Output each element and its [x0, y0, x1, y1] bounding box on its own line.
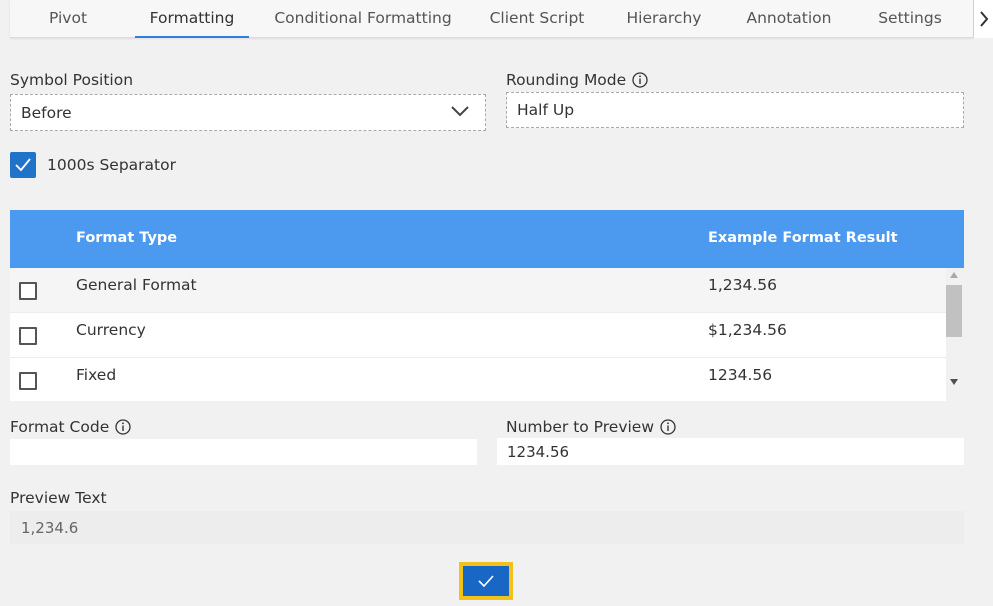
format-code-input[interactable] [10, 439, 477, 465]
tab-client-script[interactable]: Client Script [480, 0, 594, 38]
row-checkbox[interactable] [19, 282, 37, 300]
checkmark-icon [478, 575, 494, 587]
rounding-mode-label: Rounding Mode [506, 71, 648, 89]
table-row[interactable]: Currency $1,234.56 [10, 313, 946, 358]
checkmark-icon [15, 158, 31, 172]
chevron-right-icon [979, 11, 988, 27]
table-row[interactable]: General Format 1,234.56 [10, 268, 946, 313]
tab-pivot[interactable]: Pivot [34, 0, 102, 38]
format-type-cell: General Format [76, 276, 197, 294]
example-cell: $1,234.56 [708, 321, 787, 339]
info-icon[interactable] [115, 419, 131, 435]
preview-text-value: 1,234.6 [10, 511, 964, 544]
symbol-position-label: Symbol Position [10, 71, 134, 89]
info-icon[interactable] [660, 419, 676, 435]
row-checkbox[interactable] [19, 327, 37, 345]
separator-label: 1000s Separator [47, 156, 176, 174]
format-code-label: Format Code [10, 418, 131, 436]
format-type-cell: Currency [76, 321, 146, 339]
tab-bar: Pivot Formatting Conditional Formatting … [10, 0, 973, 38]
tab-hierarchy[interactable]: Hierarchy [616, 0, 712, 38]
row-checkbox[interactable] [19, 372, 37, 390]
tab-annotation[interactable]: Annotation [738, 0, 840, 38]
scrollbar-thumb[interactable] [946, 285, 962, 337]
rounding-mode-dropdown[interactable]: Half Up [506, 92, 964, 128]
example-cell: 1,234.56 [708, 276, 778, 294]
scroll-down-icon[interactable] [950, 379, 958, 385]
number-to-preview-input[interactable] [497, 438, 964, 465]
column-header-format-type[interactable]: Format Type [76, 230, 177, 246]
tab-settings[interactable]: Settings [874, 0, 946, 38]
table-row[interactable]: Fixed 1234.56 [10, 358, 946, 401]
symbol-position-dropdown[interactable]: Before [10, 94, 486, 131]
example-cell: 1234.56 [708, 366, 773, 384]
apply-button[interactable] [459, 562, 513, 600]
column-header-example[interactable]: Example Format Result [708, 230, 898, 246]
chevron-down-icon [451, 106, 469, 117]
number-to-preview-label: Number to Preview [506, 418, 676, 436]
tab-scroll-right-button[interactable] [973, 0, 993, 38]
format-grid-header: Format Type Example Format Result [10, 210, 964, 268]
format-type-cell: Fixed [76, 366, 117, 384]
info-icon[interactable] [632, 72, 648, 88]
scroll-up-icon[interactable] [950, 272, 958, 278]
grid-scrollbar[interactable] [946, 268, 964, 390]
separator-checkbox[interactable] [10, 152, 36, 178]
preview-text-label: Preview Text [10, 489, 107, 507]
tab-formatting[interactable]: Formatting [135, 0, 249, 38]
format-grid-body: General Format 1,234.56 Currency $1,234.… [10, 268, 946, 401]
tab-conditional-formatting[interactable]: Conditional Formatting [270, 0, 456, 38]
